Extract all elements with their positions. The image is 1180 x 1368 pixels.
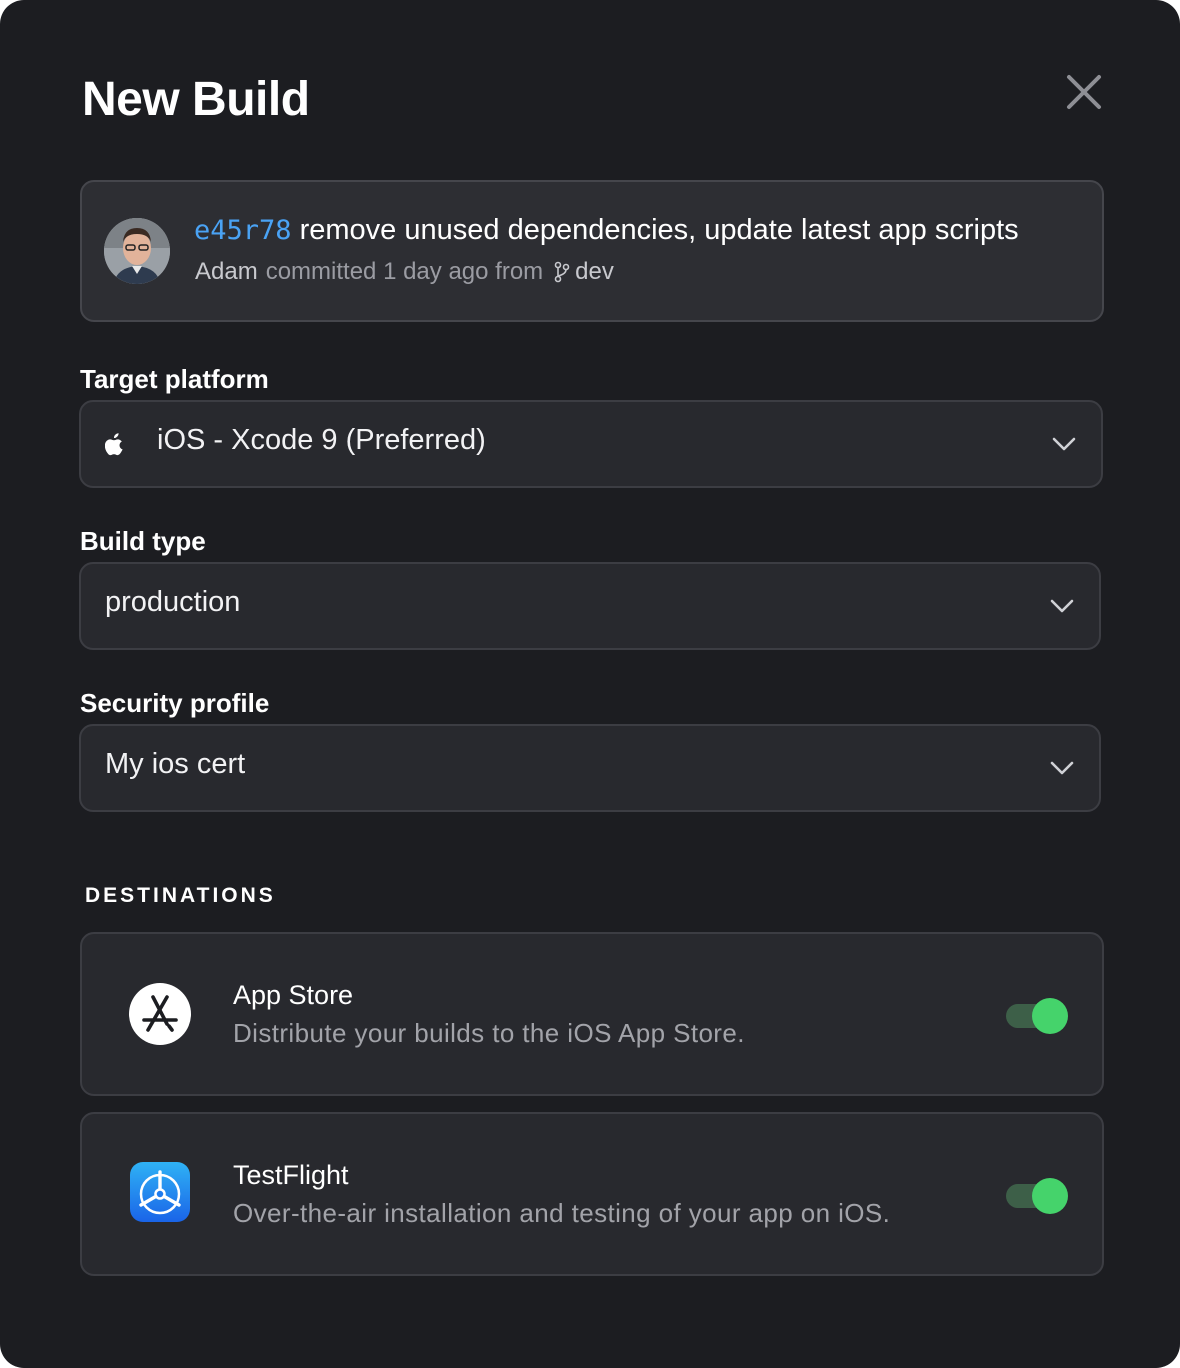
target-platform-value: iOS - Xcode 9 (Preferred) [157,424,486,456]
build-type-label: Build type [80,526,206,556]
commit-card: e45r78 remove unused dependencies, updat… [80,180,1104,322]
commit-meta-text: committed 1 day ago from [265,258,544,285]
commit-branch: dev [575,258,614,285]
build-type-value: production [105,586,241,618]
build-type-select[interactable]: production [79,562,1101,650]
destination-description: Over-the-air installation and testing of… [233,1198,891,1228]
target-platform-select[interactable]: iOS - Xcode 9 (Preferred) [79,400,1103,488]
security-profile-label: Security profile [80,688,270,718]
commit-author: Adam [195,258,258,285]
security-profile-value: My ios cert [105,748,246,780]
modal-title: New Build [82,73,310,126]
target-platform-label: Target platform [80,364,269,394]
destination-description: Distribute your builds to the iOS App St… [233,1018,745,1048]
destinations-heading: DESTINATIONS [85,884,276,907]
commit-meta: Adam committed 1 day ago from dev [195,258,614,286]
commit-message: remove unused dependencies, update lates… [299,214,1019,246]
git-branch-icon [553,261,571,283]
destination-name: TestFlight [233,1160,349,1190]
chevron-down-icon [1051,434,1077,454]
commit-hash-link[interactable]: e45r78 [194,215,292,246]
close-button[interactable] [1058,66,1110,118]
apple-icon [104,432,125,456]
new-build-modal: New Build e45r78 remove unused dependenc… [0,0,1180,1368]
app-store-icon [128,982,192,1046]
security-profile-select[interactable]: My ios cert [79,724,1101,812]
testflight-toggle[interactable] [1004,1178,1070,1214]
avatar [104,218,170,284]
app-store-toggle[interactable] [1004,998,1070,1034]
toggle-knob [1032,998,1068,1034]
testflight-icon [130,1162,190,1222]
destination-app-store: App Store Distribute your builds to the … [80,932,1104,1096]
chevron-down-icon [1049,758,1075,778]
chevron-down-icon [1049,596,1075,616]
commit-title: e45r78 remove unused dependencies, updat… [194,214,1019,247]
destination-name: App Store [233,980,354,1010]
destination-testflight: TestFlight Over-the-air installation and… [80,1112,1104,1276]
close-icon [1067,75,1101,109]
toggle-knob [1032,1178,1068,1214]
